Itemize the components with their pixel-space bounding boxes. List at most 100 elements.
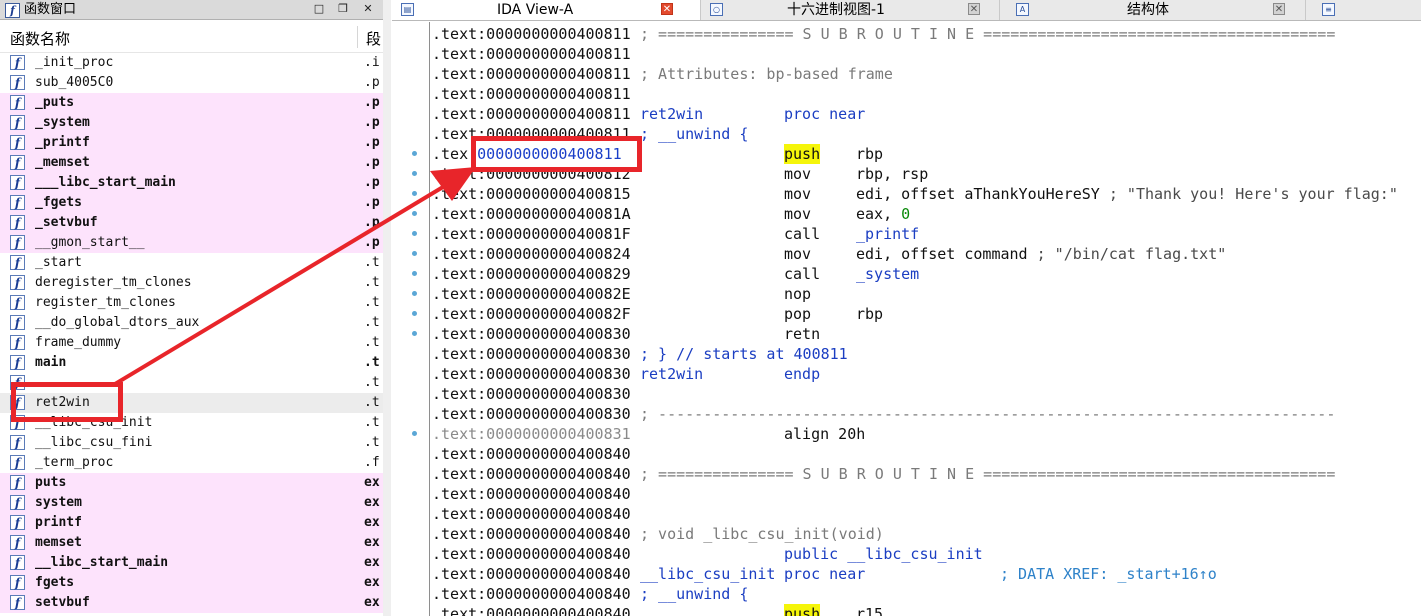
breakpoint-dot[interactable] [412,431,417,436]
restore-icon[interactable]: □ [312,1,326,17]
function-name: system [35,495,82,510]
functions-window: f 函数窗口 □ ❐ ✕ 函数名称 段 f _init_proc .i f sub_40… [0,0,384,616]
code-line[interactable]: .text:000000000040082F pop rbp [432,304,1421,324]
code-line[interactable]: .text:0000000000400830 ; } // starts at 4… [432,344,1421,364]
function-name: _setvbuf [35,215,98,230]
code-line[interactable]: .text:0000000000400811 ; Attributes: bp-b… [432,64,1421,84]
function-row[interactable]: f system ex [0,493,383,513]
code-line[interactable]: .text:0000000000400830 retn [432,324,1421,344]
function-name: fgets [35,575,75,590]
code-line[interactable]: .text:0000000000400830 ret2win endp [432,364,1421,384]
function-segment: ex [364,575,380,590]
function-row[interactable]: f ___libc_start_main .p [0,173,383,193]
function-row[interactable]: f printf ex [0,513,383,533]
code-line[interactable]: .text:0000000000400815 mov edi, offset aTh… [432,184,1421,204]
function-name: __do_global_dtors_aux [35,315,200,330]
function-segment: .p [364,175,380,190]
function-icon: f [10,55,25,70]
code-line[interactable]: .text:0000000000400811 ret2win proc near [432,104,1421,124]
code-line[interactable]: .text:0000000000400840 ; =============== … [432,464,1421,484]
splitter-bar[interactable] [383,0,391,616]
function-row[interactable]: f fgets ex [0,573,383,593]
code-line[interactable]: .text:0000000000400840 [432,444,1421,464]
code-line[interactable]: .text:0000000000400829 call _system [432,264,1421,284]
code-line[interactable]: .text:0000000000400830 ; ----------------… [432,404,1421,424]
function-row[interactable]: f _puts .p [0,93,383,113]
function-row[interactable]: f _printf .p [0,133,383,153]
code-line[interactable]: .text:0000000000400840 [432,484,1421,504]
function-row[interactable]: f main .t [0,353,383,373]
code-line[interactable]: .text:0000000000400811 ; =============== … [432,24,1421,44]
function-name: _printf [35,135,90,150]
column-function-name[interactable]: 函数名称 [10,28,70,49]
code-line[interactable]: .text:0000000000400811 [432,84,1421,104]
instruction: call [784,265,821,283]
float-window-icon[interactable]: ❐ [336,1,350,17]
function-row[interactable]: f __do_global_dtors_aux .t [0,313,383,333]
code-line[interactable]: .text:000000000040081F call _printf [432,224,1421,244]
breakpoint-dot[interactable] [412,171,417,176]
code-line[interactable]: .text:0000000000400840 push r15 [432,604,1421,616]
function-row[interactable]: f _setvbuf .p [0,213,383,233]
code-line[interactable]: .text:0000000000400840 ; void _libc_csu_i… [432,524,1421,544]
breakpoint-dot[interactable] [412,231,417,236]
code-line[interactable]: .text:0000000000400811 [432,44,1421,64]
code-line[interactable]: .text:000000000040082E nop [432,284,1421,304]
close-tab-icon[interactable]: ✕ [661,3,673,15]
function-row[interactable]: f puts ex [0,473,383,493]
code-line[interactable]: .text:000000000040081A mov eax, 0 [432,204,1421,224]
close-icon[interactable]: ✕ [361,1,375,17]
code-line[interactable]: .text:0000000000400840 [432,504,1421,524]
breakpoint-dot[interactable] [412,331,417,336]
tab-structures[interactable]: A 结构体 ✕ [1000,0,1306,20]
function-row[interactable]: f _system .p [0,113,383,133]
code-line[interactable]: .text:0000000000400831 align 20h [432,424,1421,444]
function-icon: f [10,75,25,90]
function-row[interactable]: f setvbuf ex [0,593,383,613]
close-tab-icon[interactable]: ✕ [968,3,980,15]
breakpoint-dot[interactable] [412,191,417,196]
breakpoint-dot[interactable] [412,151,417,156]
function-row[interactable]: f __libc_start_main ex [0,553,383,573]
function-row[interactable]: f memset ex [0,533,383,553]
function-row[interactable]: f _memset .p [0,153,383,173]
function-name: ___libc_start_main [35,175,176,190]
instruction: mov [784,205,812,223]
function-segment: ex [364,555,380,570]
breakpoint-dot[interactable] [412,291,417,296]
instruction: proc near [784,105,866,123]
function-row[interactable]: f __gmon_start__ .p [0,233,383,253]
function-row[interactable]: f _start .t [0,253,383,273]
function-row[interactable]: f _fgets .p [0,193,383,213]
breakpoint-dot[interactable] [412,311,417,316]
column-separator[interactable] [357,26,358,48]
column-segment[interactable]: 段 [366,28,381,49]
breakpoint-dot[interactable] [412,271,417,276]
tab-more[interactable]: ≡ [1306,0,1421,20]
function-segment: ex [364,515,380,530]
code-line[interactable]: .text:0000000000400840 public __libc_csu_… [432,544,1421,564]
code-line[interactable]: .text:0000000000400824 mov edi, offset com… [432,244,1421,264]
code-line[interactable]: .text:0000000000400830 [432,384,1421,404]
line-address: .text:0000000000400840 [432,525,631,543]
line-address: .text:000000000040081F [432,225,631,243]
function-name: memset [35,535,82,550]
function-row[interactable]: f register_tm_clones .t [0,293,383,313]
function-row[interactable]: f _init_proc .i [0,53,383,73]
close-tab-icon[interactable]: ✕ [1273,3,1285,15]
breakpoint-dot[interactable] [412,251,417,256]
function-segment: .p [364,115,380,130]
function-row[interactable]: f __libc_csu_fini .t [0,433,383,453]
line-address: .text:0000000000400840 [432,465,631,483]
code-line[interactable]: .text:0000000000400840 __libc_csu_init pro… [432,564,1421,584]
function-row[interactable]: f frame_dummy .t [0,333,383,353]
tab-ida-view-a[interactable]: ▤ IDA View-A ✕ [392,0,701,20]
function-row[interactable]: f _term_proc .f [0,453,383,473]
code-line[interactable]: .text:0000000000400840 ; __unwind { [432,584,1421,604]
disassembly-listing[interactable]: .text:0000000000400811 ; =============== … [429,22,1421,616]
function-row[interactable]: f sub_4005C0 .p [0,73,383,93]
tab-hex-view[interactable]: ○ 十六进制视图-1 ✕ [701,0,1000,20]
function-row[interactable]: f deregister_tm_clones .t [0,273,383,293]
xref-comment: ; DATA XREF: _start+16↑o [1000,565,1217,583]
breakpoint-dot[interactable] [412,211,417,216]
